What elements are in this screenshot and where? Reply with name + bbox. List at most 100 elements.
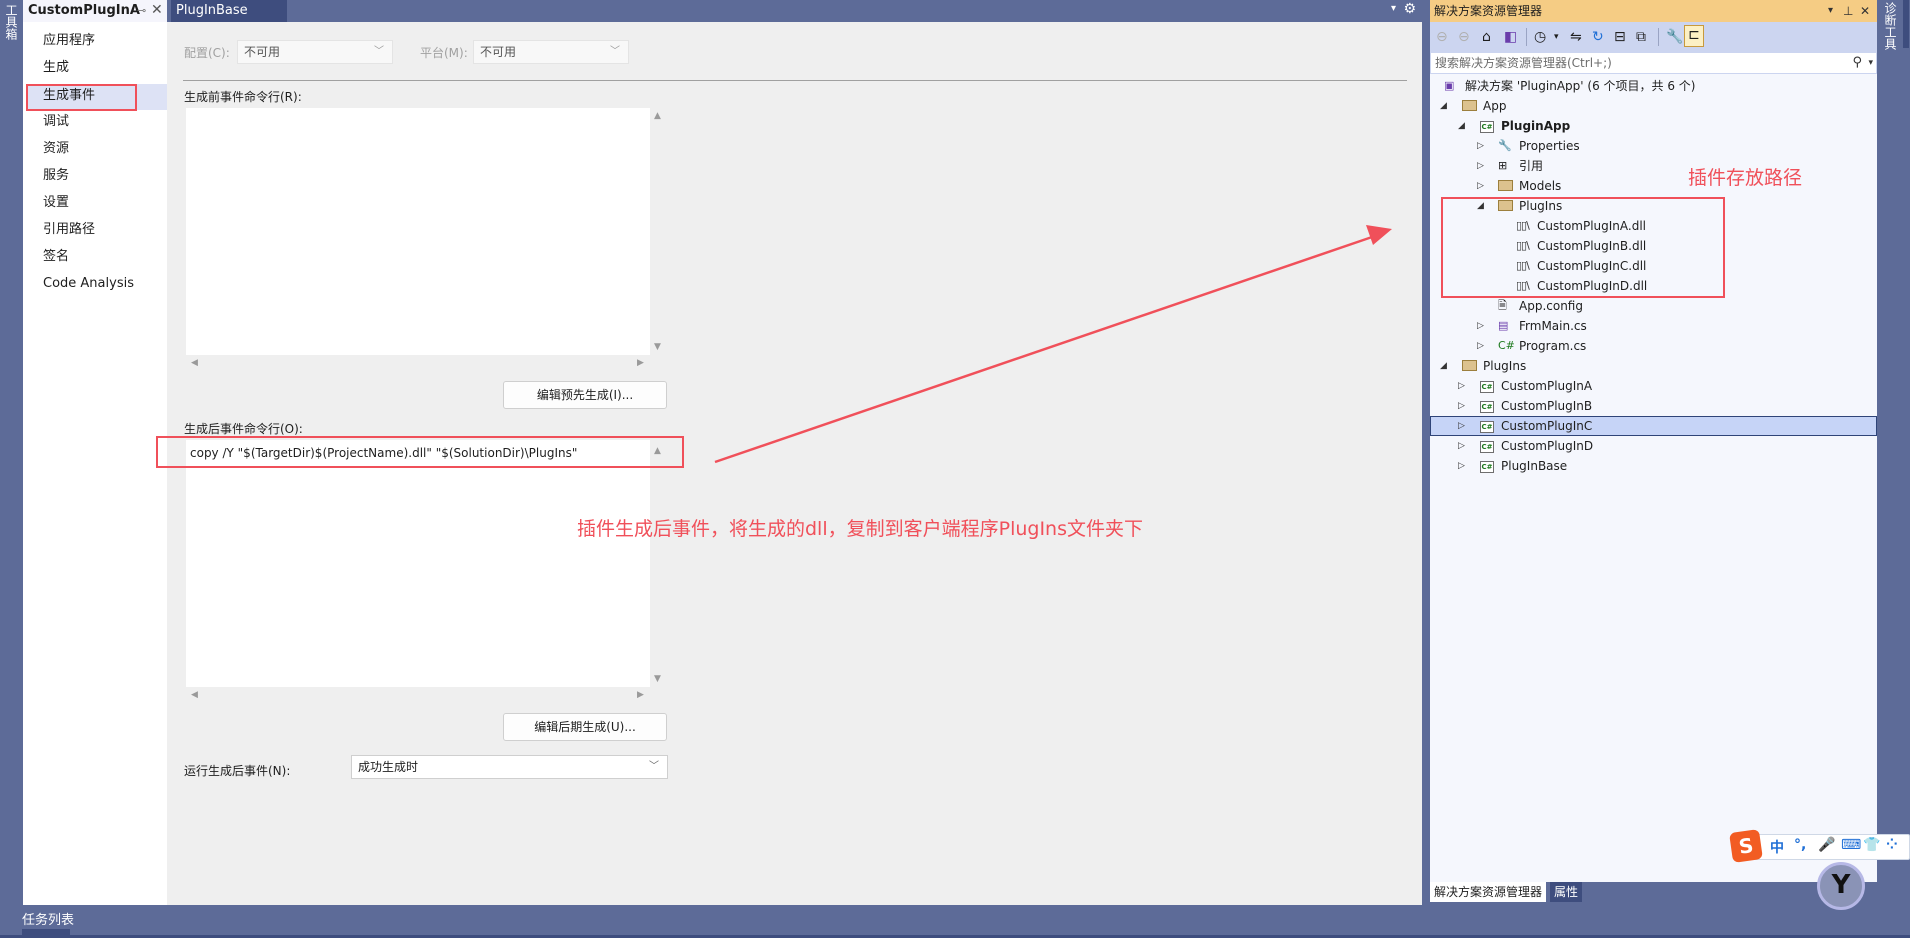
collapsed-icon[interactable]: ▷: [1477, 336, 1484, 356]
tree-item-solution[interactable]: ▣ 解决方案 'PluginApp' (6 个项目，共 6 个): [1430, 76, 1877, 96]
solution-tree: ▣ 解决方案 'PluginApp' (6 个项目，共 6 个) ◢ App ◢…: [1430, 76, 1877, 876]
sync-icon[interactable]: ⇋: [1570, 28, 1582, 46]
solution-icon: ▣: [1444, 79, 1455, 92]
collapsed-icon[interactable]: ▷: [1477, 176, 1484, 196]
panel-splitter[interactable]: [1422, 0, 1430, 905]
tree-item-label: 引用: [1519, 159, 1544, 173]
folder-icon: [1462, 356, 1477, 378]
arrow-head: [1366, 225, 1392, 245]
expanded-icon[interactable]: ◢: [1440, 356, 1447, 376]
collapsed-icon[interactable]: ▷: [1477, 316, 1484, 336]
tree-item-properties[interactable]: ▷ 🔧 Properties: [1430, 136, 1877, 156]
active-tab-indicator: [22, 929, 70, 935]
arrow-shaft: [714, 234, 1376, 464]
csharp-project-icon: C#: [1480, 421, 1494, 433]
plugin-path-annotation: 插件存放路径: [1688, 167, 1803, 189]
keyboard-icon[interactable]: ⌨: [1841, 837, 1861, 853]
switch-views-icon[interactable]: ◧: [1504, 28, 1517, 46]
punctuation-icon[interactable]: °,: [1794, 837, 1806, 853]
tree-item-folder-models[interactable]: ▷ Models: [1430, 176, 1877, 196]
tree-item-references[interactable]: ▷ ⊞ 引用: [1430, 156, 1877, 176]
close-icon[interactable]: ✕: [1860, 0, 1870, 22]
csharp-project-icon: C#: [1480, 461, 1494, 473]
preview-selected-items-icon[interactable]: ⊏: [1684, 25, 1704, 47]
tree-item-label: CustomPlugInD: [1501, 439, 1594, 453]
solution-explorer: 解决方案资源管理器 ▾ ⊥ ✕ ⊖ ⊖ ⌂ ◧ ◷ ▾ ⇋ ↻ ⊟ ⧉ 🔧 ⊏ …: [1430, 0, 1877, 905]
tab-properties[interactable]: 属性: [1550, 882, 1583, 902]
collapsed-icon[interactable]: ▷: [1458, 396, 1465, 416]
collapsed-icon[interactable]: ▷: [1458, 436, 1465, 456]
tree-item-project-custom-plugin-d[interactable]: ▷ C# CustomPlugInD: [1430, 436, 1877, 456]
forward-icon[interactable]: ⊖: [1458, 28, 1470, 46]
sogou-logo-icon[interactable]: S: [1729, 829, 1763, 863]
assistant-floating-icon[interactable]: Y: [1817, 862, 1865, 910]
tree-item-folder-app[interactable]: ◢ App: [1430, 96, 1877, 116]
chinese-mode-icon[interactable]: 中: [1770, 837, 1784, 857]
tree-item-label: App: [1483, 99, 1507, 113]
microphone-icon[interactable]: 🎤: [1818, 837, 1835, 853]
tree-item-label: Models: [1519, 179, 1562, 193]
back-icon[interactable]: ⊖: [1436, 28, 1448, 46]
tree-item-project-custom-plugin-c[interactable]: ▷ C# CustomPlugInC: [1430, 416, 1877, 436]
search-placeholder: 搜索解决方案资源管理器(Ctrl+;): [1435, 56, 1612, 70]
tree-item-label: CustomPlugInB: [1501, 399, 1593, 413]
tree-item-label: CustomPlugInA: [1501, 379, 1593, 393]
csharp-project-icon: C#: [1480, 401, 1494, 413]
pin-icon[interactable]: ⊥: [1843, 0, 1853, 22]
home-icon[interactable]: ⌂: [1482, 28, 1491, 46]
tree-item-label: Program.cs: [1519, 339, 1587, 353]
dropdown-icon[interactable]: ▾: [1554, 28, 1559, 46]
csharp-project-icon: C#: [1480, 121, 1494, 133]
tree-item-program[interactable]: ▷ C# Program.cs: [1430, 336, 1877, 356]
solution-explorer-title-bar: 解决方案资源管理器 ▾ ⊥ ✕: [1430, 0, 1877, 22]
tree-item-frmmain[interactable]: ▷ ▤ FrmMain.cs: [1430, 316, 1877, 336]
tab-solution-explorer[interactable]: 解决方案资源管理器: [1430, 882, 1547, 902]
wrench-icon: 🔧: [1498, 139, 1512, 152]
tree-item-label: 解决方案 'PluginApp' (6 个项目，共 6 个): [1465, 79, 1696, 93]
tree-item-label: PluginApp: [1501, 119, 1571, 133]
csharp-project-icon: C#: [1480, 441, 1494, 453]
expanded-icon[interactable]: ◢: [1440, 96, 1447, 116]
toolbar-separator: [1658, 28, 1659, 46]
wrench-icon[interactable]: 🔧: [1666, 28, 1683, 46]
refresh-icon[interactable]: ↻: [1592, 28, 1604, 46]
tree-item-label: PlugInBase: [1501, 459, 1568, 473]
tree-item-project-custom-plugin-a[interactable]: ▷ C# CustomPlugInA: [1430, 376, 1877, 396]
collapsed-icon[interactable]: ▷: [1458, 456, 1465, 476]
tree-item-project-plugin-base[interactable]: ▷ C# PlugInBase: [1430, 456, 1877, 476]
search-options-dropdown-icon[interactable]: ▾: [1868, 53, 1873, 73]
tree-item-app-config[interactable]: 🗎 App.config: [1430, 296, 1877, 316]
collapsed-icon[interactable]: ▷: [1458, 376, 1465, 396]
expanded-icon[interactable]: ◢: [1458, 116, 1465, 136]
csharp-file-icon: C#: [1498, 339, 1515, 352]
bottom-tool-bar: 任务列表: [0, 905, 1910, 938]
folder-icon: [1498, 176, 1513, 198]
toolbar-separator: [1526, 28, 1527, 46]
tree-item-project-custom-plugin-b[interactable]: ▷ C# CustomPlugInB: [1430, 396, 1877, 416]
diagnostics-tools-tab[interactable]: 诊断工具: [1882, 2, 1899, 50]
search-icon[interactable]: ⚲: [1852, 53, 1862, 73]
task-list-tab[interactable]: 任务列表: [22, 909, 74, 928]
references-icon: ⊞: [1498, 159, 1508, 172]
tree-item-project-pluginapp[interactable]: ◢ C# PluginApp: [1430, 116, 1877, 136]
skin-icon[interactable]: 👕: [1863, 837, 1880, 853]
pending-changes-filter-icon[interactable]: ◷: [1534, 28, 1546, 46]
diagnostics-strip[interactable]: 诊断工具: [1877, 0, 1910, 905]
active-tab-indicator: [1903, 0, 1909, 48]
solution-explorer-title: 解决方案资源管理器: [1434, 4, 1543, 18]
form-icon: ▤: [1498, 319, 1509, 332]
config-file-icon: 🗎: [1498, 299, 1507, 312]
ime-toolbar: S 中 °, 🎤 ⌨ 👕 ⁘: [1729, 829, 1910, 863]
window-menu-dropdown-icon[interactable]: ▾: [1828, 0, 1833, 22]
solution-explorer-search-input[interactable]: 搜索解决方案资源管理器(Ctrl+;) ⚲ ▾: [1430, 52, 1877, 74]
toolbox-grid-icon[interactable]: ⁘: [1886, 837, 1898, 853]
tree-item-label: FrmMain.cs: [1519, 319, 1587, 333]
collapsed-icon[interactable]: ▷: [1477, 156, 1484, 176]
show-all-files-icon[interactable]: ⧉: [1636, 28, 1646, 46]
collapsed-icon[interactable]: ▷: [1458, 416, 1465, 436]
collapse-all-icon[interactable]: ⊟: [1614, 28, 1626, 46]
tree-item-folder-plugins-root[interactable]: ◢ PlugIns: [1430, 356, 1877, 376]
tree-item-label: App.config: [1519, 299, 1583, 313]
collapsed-icon[interactable]: ▷: [1477, 136, 1484, 156]
tree-item-label: CustomPlugInC: [1501, 419, 1593, 433]
